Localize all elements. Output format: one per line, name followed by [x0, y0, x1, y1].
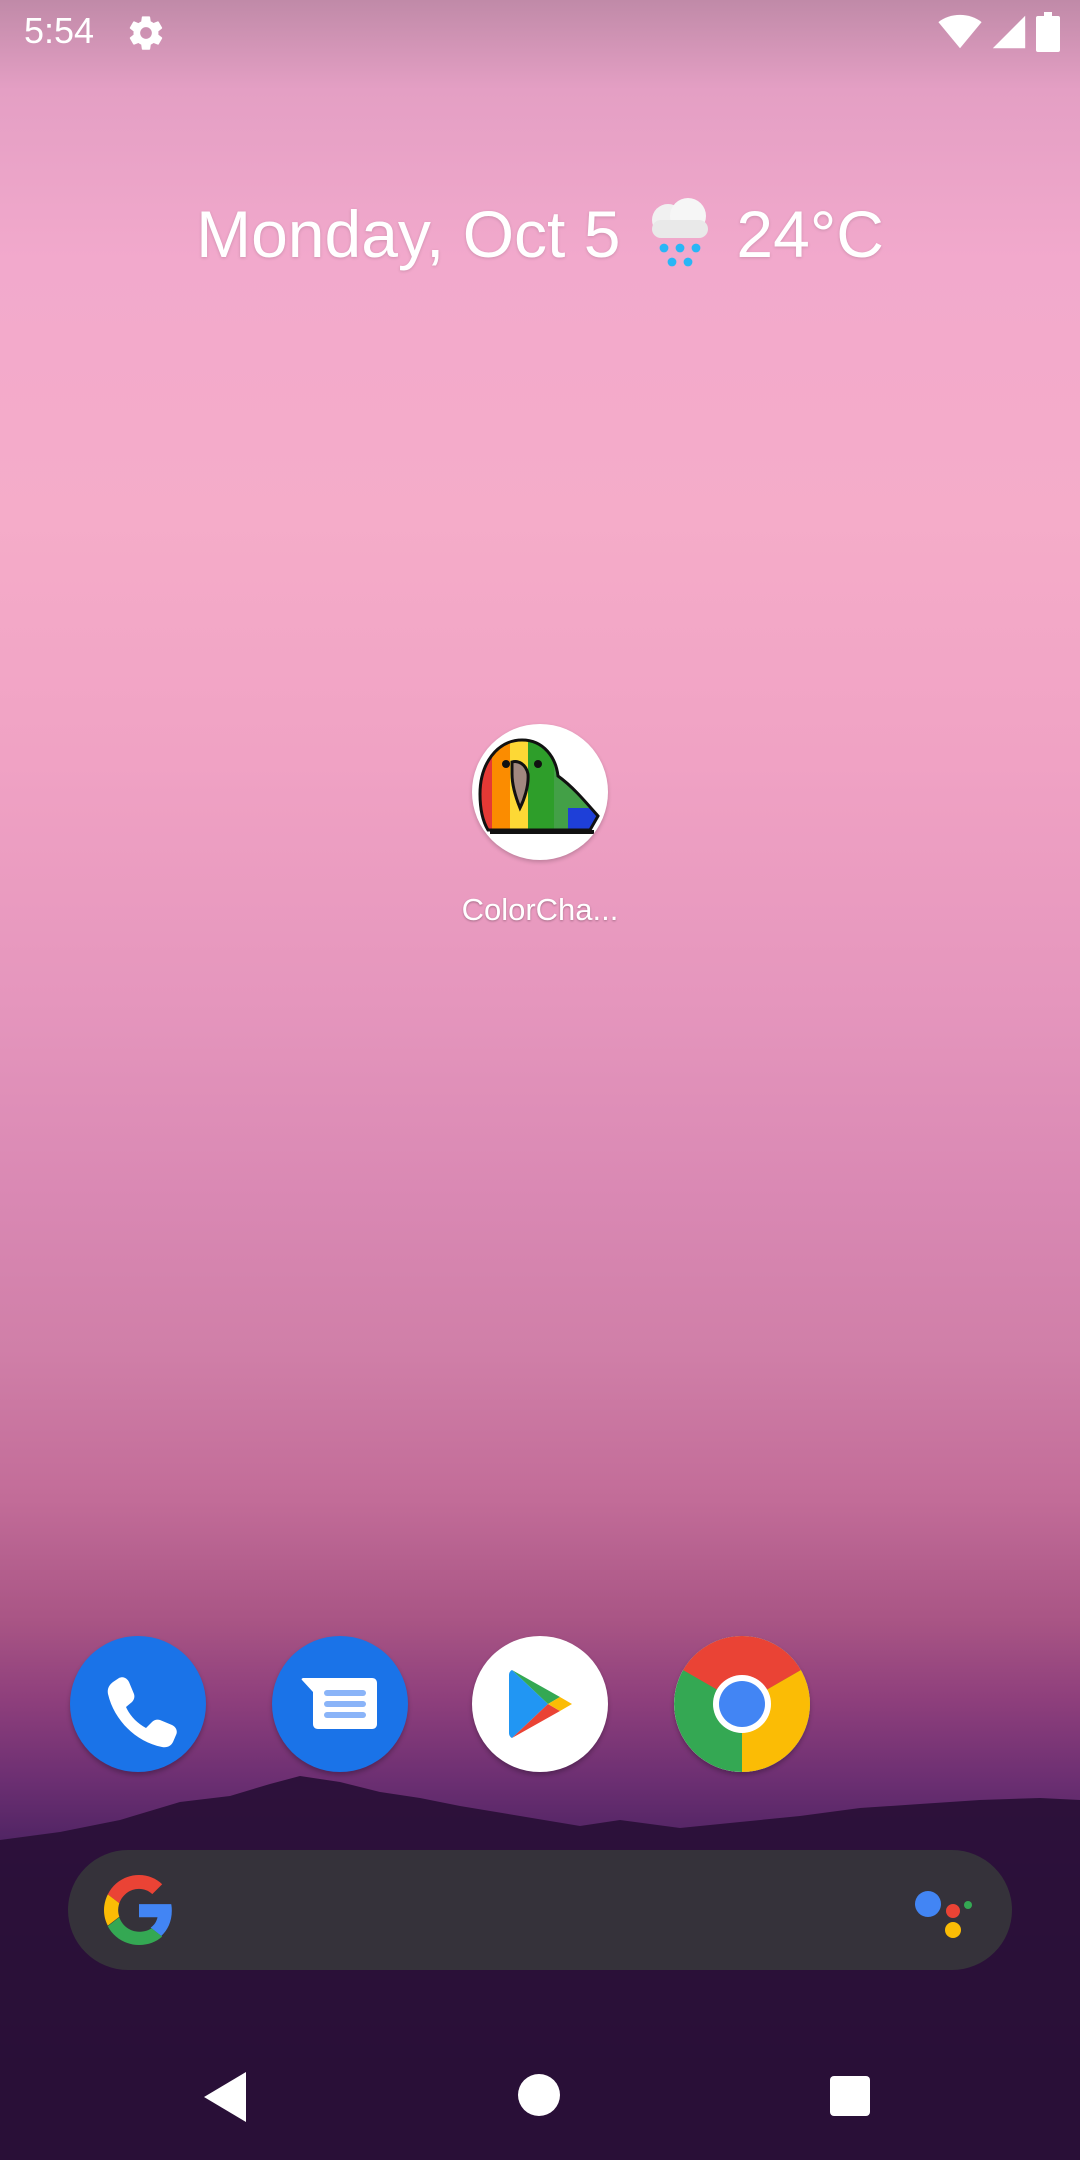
rainbow-parrot-icon: [478, 738, 600, 834]
status-time: 5:54: [24, 10, 95, 51]
home-icon[interactable]: [518, 2074, 560, 2116]
google-assistant-icon[interactable]: [910, 1878, 976, 1944]
status-bar: 5:54: [0, 0, 1080, 66]
dock-chrome-app[interactable]: [674, 1636, 810, 1772]
colorchanger-app-icon[interactable]: [472, 724, 608, 860]
battery-icon: [1036, 12, 1060, 52]
rain-cloud-icon[interactable]: [644, 196, 712, 272]
recents-icon[interactable]: [830, 2076, 870, 2116]
google-search-bar[interactable]: [68, 1850, 1012, 1970]
chrome-icon: [674, 1636, 810, 1772]
status-icons: [938, 12, 1060, 52]
dock-play-store-app[interactable]: [472, 1636, 608, 1772]
dock-phone-app[interactable]: [70, 1636, 206, 1772]
navigation-bar: [0, 2040, 1080, 2160]
dock-messages-app[interactable]: [272, 1636, 408, 1772]
app-label-colorchanger[interactable]: ColorCha...: [420, 892, 660, 928]
at-a-glance-widget[interactable]: Monday, Oct 5 24°C: [0, 196, 1080, 272]
messages-icon: [301, 1678, 377, 1729]
back-icon[interactable]: [204, 2072, 250, 2122]
glance-temperature[interactable]: 24°C: [736, 196, 883, 272]
glance-date[interactable]: Monday, Oct 5: [196, 196, 620, 272]
settings-gear-icon: [129, 16, 163, 50]
play-store-icon: [509, 1670, 572, 1738]
wifi-icon: [938, 14, 982, 49]
google-g-icon[interactable]: [104, 1875, 174, 1945]
cellular-signal-icon: [992, 15, 1026, 49]
phone-icon: [107, 1677, 177, 1748]
